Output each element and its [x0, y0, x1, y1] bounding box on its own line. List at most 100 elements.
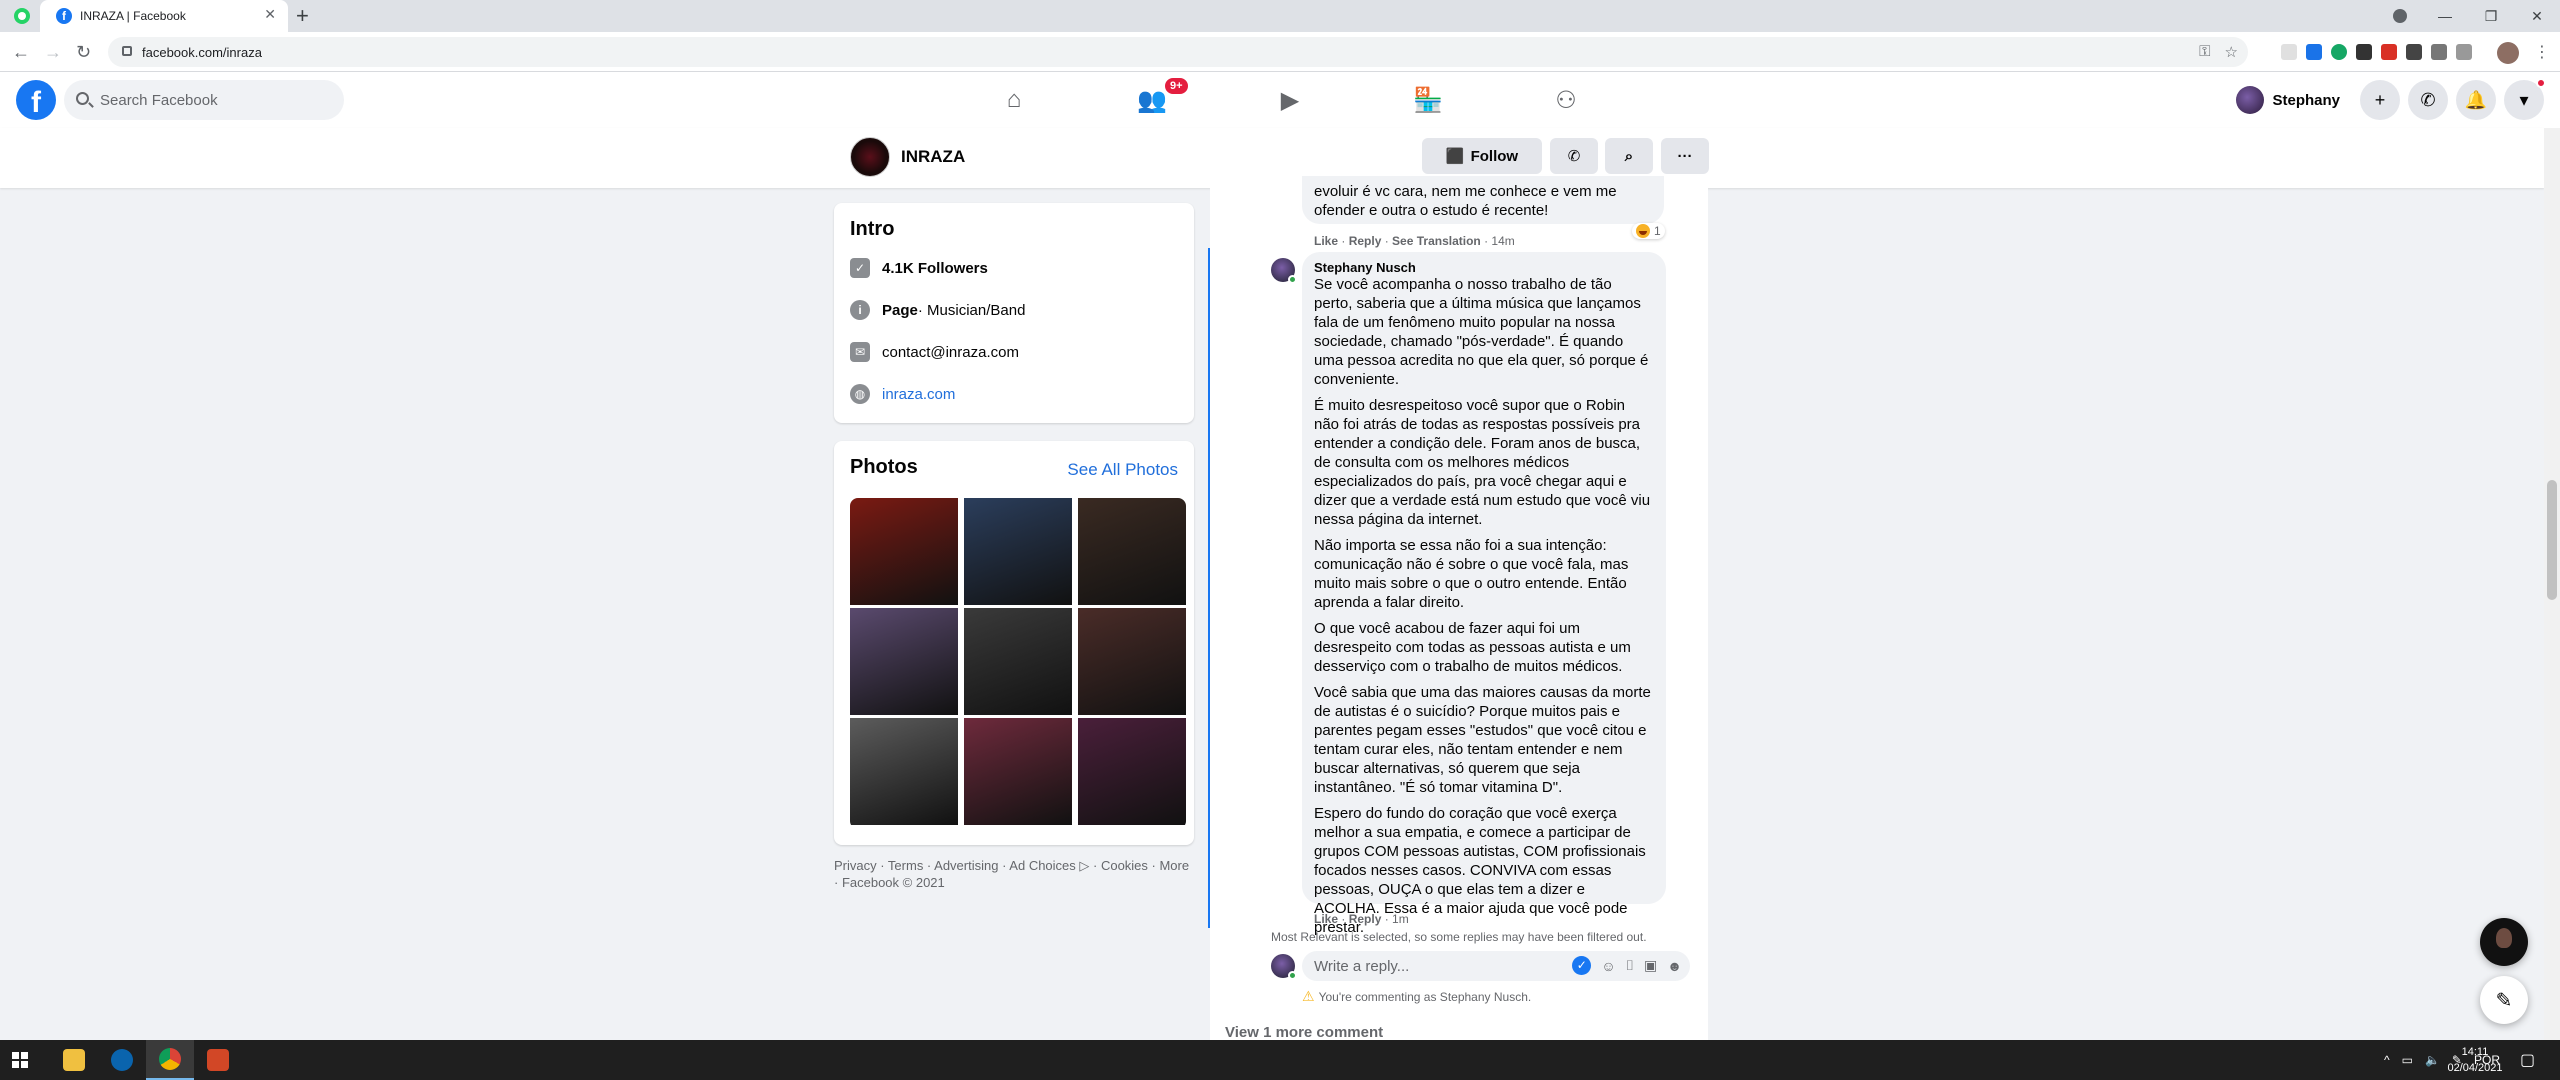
minimize-icon[interactable]: —	[2422, 8, 2468, 24]
notification-center-icon[interactable]: ▢	[2520, 1050, 2535, 1070]
grammarly-extension-icon[interactable]	[2331, 44, 2347, 60]
key-icon[interactable]: ⚿	[2199, 43, 2210, 61]
photo-thumbnail[interactable]	[850, 498, 958, 605]
chat-head-avatar[interactable]	[2480, 918, 2528, 966]
gif-icon[interactable]: ▣	[1644, 957, 1657, 974]
taskbar-mail[interactable]	[98, 1040, 146, 1080]
forward-arrow-icon[interactable]: →	[44, 42, 62, 62]
account-menu-button[interactable]: ▾	[2504, 78, 2546, 120]
puzzle-extensions-icon[interactable]	[2431, 44, 2447, 60]
extension-icon[interactable]	[2306, 44, 2322, 60]
extension-icon[interactable]	[2281, 44, 2297, 60]
chevron-up-icon[interactable]: ^	[2384, 1053, 2390, 1067]
avatar	[2236, 86, 2265, 114]
avatar[interactable]	[1271, 258, 1297, 284]
reply-action[interactable]: Reply	[1349, 234, 1382, 248]
camera-icon[interactable]: ⌷	[1626, 957, 1634, 974]
maximize-icon[interactable]: ❐	[2468, 8, 2514, 25]
photo-thumbnail[interactable]	[1078, 498, 1186, 605]
friends-tab[interactable]: 👥 9+	[1083, 72, 1221, 128]
search-page-button[interactable]: ⌕	[1605, 138, 1653, 174]
like-action[interactable]: Like	[1314, 912, 1338, 926]
taskbar-clock[interactable]: 14:11 02/04/2021	[2440, 1044, 2510, 1076]
check-icon[interactable]: ✓	[1572, 956, 1592, 975]
tab-search-icon[interactable]	[2393, 9, 2407, 23]
reading-list-icon[interactable]	[2456, 44, 2472, 60]
network-icon[interactable]: ▭	[2402, 1053, 2413, 1067]
see-all-photos-link[interactable]: See All Photos	[1067, 460, 1178, 480]
clock-date: 02/04/2021	[2447, 1062, 2503, 1074]
photo-thumbnail[interactable]	[850, 718, 958, 825]
page-title[interactable]: INRAZA	[901, 147, 965, 167]
notifications-button[interactable]: 🔔	[2456, 80, 2496, 120]
extension-icon[interactable]	[2381, 44, 2397, 60]
photo-thumbnail[interactable]	[964, 608, 1072, 715]
window-controls: — ❐ ✕	[2422, 0, 2560, 32]
windows-start-icon[interactable]	[12, 1052, 28, 1068]
emoji-icon[interactable]: ☺	[1601, 958, 1615, 974]
new-message-button[interactable]: ✎	[2480, 976, 2528, 1024]
extension-icon[interactable]	[2356, 44, 2372, 60]
page-scrollbar[interactable]	[2544, 128, 2560, 1040]
taskbar-file-explorer[interactable]	[50, 1040, 98, 1080]
like-action[interactable]: Like	[1314, 234, 1338, 248]
profile-chip[interactable]: Stephany	[2232, 82, 2352, 118]
taskbar-chrome[interactable]	[146, 1040, 194, 1080]
chrome-menu-icon[interactable]: ⋮	[2534, 42, 2550, 62]
bell-icon: 🔔	[2464, 89, 2488, 110]
notification-badge: 9+	[1163, 76, 1190, 96]
photo-thumbnail[interactable]	[850, 608, 958, 715]
back-arrow-icon[interactable]: ←	[12, 42, 30, 62]
reply-input[interactable]	[1314, 951, 1544, 981]
messenger-button[interactable]: ✆	[2408, 80, 2448, 120]
new-tab-button[interactable]: +	[296, 4, 309, 28]
bookmark-star-icon[interactable]: ☆	[2225, 43, 2238, 61]
comment-timestamp[interactable]: 14m	[1491, 234, 1514, 248]
search-box[interactable]	[64, 80, 344, 120]
watch-tab[interactable]: ▶	[1221, 72, 1359, 128]
message-page-button[interactable]: ✆	[1550, 138, 1598, 174]
home-tab[interactable]: ⌂	[945, 72, 1083, 128]
search-input[interactable]	[100, 80, 330, 120]
whatsapp-pinned-tab-icon[interactable]	[14, 8, 30, 24]
reaction-count: 1	[1654, 224, 1661, 238]
taskbar-powerpoint[interactable]	[194, 1040, 242, 1080]
email-text[interactable]: contact@inraza.com	[882, 344, 1019, 361]
photo-thumbnail[interactable]	[964, 498, 1072, 605]
marketplace-tab[interactable]: 🏪	[1359, 72, 1497, 128]
photo-thumbnail[interactable]	[1078, 608, 1186, 715]
extension-icon[interactable]	[2406, 44, 2422, 60]
groups-tab[interactable]: ⚇	[1497, 72, 1635, 128]
chevron-down-icon: ▾	[2519, 89, 2529, 110]
see-translation-action[interactable]: See Translation	[1392, 234, 1481, 248]
photo-thumbnail[interactable]	[1078, 718, 1186, 825]
website-link[interactable]: inraza.com	[882, 386, 955, 403]
volume-icon[interactable]: 🔈	[2425, 1053, 2440, 1067]
more-options-button[interactable]: ···	[1661, 138, 1709, 174]
photo-thumbnail[interactable]	[964, 718, 1072, 825]
page-avatar[interactable]	[850, 137, 890, 177]
reaction-summary[interactable]: 1	[1632, 223, 1665, 239]
reload-icon[interactable]: ↻	[76, 42, 91, 62]
scrollbar-thumb[interactable]	[2547, 480, 2557, 600]
plus-icon: +	[2374, 89, 2386, 110]
comment-author[interactable]: Stephany Nusch	[1314, 260, 1654, 275]
sticker-icon[interactable]: ☻	[1667, 958, 1682, 974]
footer-links[interactable]: Privacy · Terms · Advertising · Ad Choic…	[834, 857, 1194, 891]
chrome-profile-avatar[interactable]	[2497, 42, 2519, 64]
close-tab-icon[interactable]: ✕	[264, 6, 276, 23]
close-window-icon[interactable]: ✕	[2514, 8, 2560, 25]
category-value: · Musician/Band	[917, 301, 1026, 319]
view-more-comments-link[interactable]: View 1 more comment	[1225, 1024, 1383, 1041]
comment-paragraph: O que você acabou de fazer aqui foi um d…	[1314, 620, 1631, 675]
follow-button[interactable]: ⬛ Follow	[1422, 138, 1542, 174]
browser-tab-active[interactable]: f INRAZA | Facebook ✕	[40, 0, 288, 32]
reply-composer[interactable]: ✓ ☺ ⌷ ▣ ☻	[1302, 951, 1690, 981]
create-button[interactable]: +	[2360, 80, 2400, 120]
address-bar[interactable]: facebook.com/inraza ⚿ ☆	[108, 37, 2248, 67]
facebook-logo-icon[interactable]: f	[16, 80, 56, 120]
comment-timestamp[interactable]: 1m	[1392, 912, 1409, 926]
photos-card: Photos See All Photos	[834, 441, 1194, 845]
reply-action[interactable]: Reply	[1349, 912, 1382, 926]
filter-notice: Most Relevant is selected, so some repli…	[1271, 930, 1647, 944]
